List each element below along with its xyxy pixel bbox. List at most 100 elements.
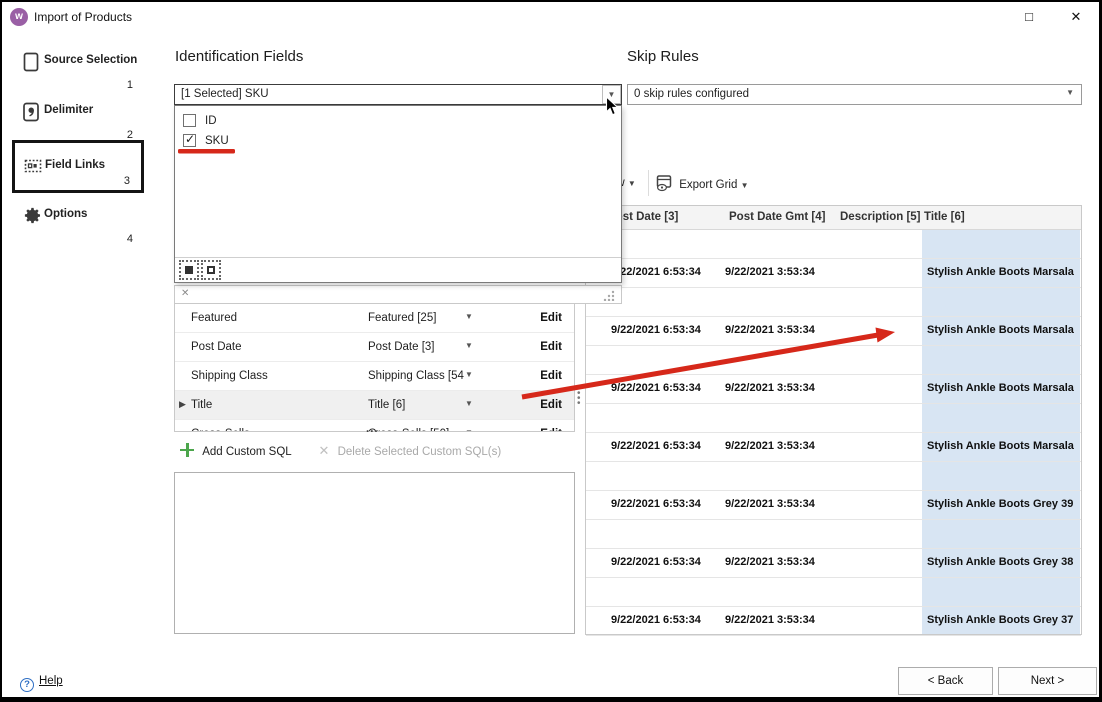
mapping-row-featured[interactable]: Featured Featured [25] ▼ Edit bbox=[175, 304, 574, 333]
grid-row[interactable] bbox=[586, 578, 1081, 607]
edit-link[interactable]: Edit bbox=[540, 399, 562, 411]
cell-title: Stylish Ankle Boots Grey 39 bbox=[927, 498, 1073, 510]
grid-row[interactable] bbox=[586, 404, 1081, 433]
toolbar-separator bbox=[648, 170, 649, 196]
skip-rules-heading: Skip Rules bbox=[627, 48, 699, 65]
sidebar-step-options[interactable]: Options4 bbox=[14, 202, 144, 248]
grid-column-header[interactable]: Title [6] bbox=[924, 211, 965, 223]
delete-x-icon: ✕ bbox=[318, 443, 329, 458]
resize-grip-icon[interactable] bbox=[603, 290, 615, 301]
option-label: SKU bbox=[205, 135, 229, 147]
edit-link[interactable]: Edit bbox=[540, 341, 562, 353]
sidebar-step-field-links[interactable]: Field Links3 bbox=[12, 140, 144, 193]
grid-row[interactable] bbox=[586, 230, 1081, 259]
checkbox-icon[interactable]: ✓ bbox=[183, 134, 196, 147]
cell-title: Stylish Ankle Boots Marsala bbox=[927, 266, 1074, 278]
edit-link[interactable]: Edit bbox=[540, 370, 562, 382]
grid-row[interactable]: 9/22/2021 6:53:34 9/22/2021 3:53:34 Stylis… bbox=[586, 259, 1081, 288]
quote-icon bbox=[23, 102, 39, 127]
cell-title: Stylish Ankle Boots Marsala bbox=[927, 324, 1074, 336]
grid-row[interactable] bbox=[586, 346, 1081, 375]
edit-link[interactable]: Edit bbox=[540, 312, 562, 324]
maximize-button[interactable]: □ bbox=[1018, 9, 1040, 27]
grid-column-header[interactable]: Description [5] bbox=[840, 211, 921, 223]
chevron-down-icon: ▼ bbox=[628, 179, 636, 188]
cell-post-date: 9/22/2021 6:53:34 bbox=[611, 266, 701, 278]
chevron-down-icon[interactable]: ▼ bbox=[465, 370, 473, 379]
cell-post-date: 9/22/2021 6:53:34 bbox=[611, 382, 701, 394]
grid-row[interactable]: 9/22/2021 6:53:34 9/22/2021 3:53:34 Stylis… bbox=[586, 607, 1081, 636]
current-row-marker-icon: ▶ bbox=[179, 399, 186, 410]
grid-row[interactable] bbox=[586, 520, 1081, 549]
mapping-row-post-date[interactable]: Post DatePost Date [3]▼Edit bbox=[175, 333, 574, 362]
help-link[interactable]: ? Help bbox=[20, 675, 63, 692]
close-icon[interactable]: ✕ bbox=[181, 288, 189, 299]
next-button[interactable]: Next > bbox=[998, 667, 1097, 695]
identification-combo-dropdown-button[interactable]: ▼ bbox=[602, 85, 621, 104]
help-icon: ? bbox=[20, 678, 34, 692]
cell-title: Stylish Ankle Boots Marsala bbox=[927, 382, 1074, 394]
cell-post-date: 9/22/2021 6:53:34 bbox=[611, 614, 701, 626]
grid-row[interactable]: 9/22/2021 6:53:349/22/2021 3:53:34Stylis… bbox=[586, 549, 1081, 578]
edit-link[interactable]: Edit bbox=[540, 428, 562, 432]
help-label: Help bbox=[39, 675, 63, 687]
mapping-source-value: Cross-Sells [50] bbox=[368, 428, 449, 432]
identification-option-id[interactable]: ID bbox=[175, 112, 621, 132]
grid-row[interactable] bbox=[586, 462, 1081, 491]
export-grid-button[interactable]: Export Grid ▼ bbox=[656, 174, 749, 192]
grid-row[interactable]: 9/22/2021 6:53:349/22/2021 3:53:34Stylis… bbox=[586, 491, 1081, 520]
close-button[interactable]: ✕ bbox=[1065, 9, 1087, 27]
back-button[interactable]: < Back bbox=[898, 667, 993, 695]
mapping-field-name: Post Date bbox=[191, 341, 242, 353]
mapping-field-name: Shipping Class bbox=[191, 370, 268, 382]
deselect-all-button[interactable] bbox=[201, 260, 221, 280]
grid-header-row: Post Date [3]Post Date Gmt [4]Descriptio… bbox=[586, 206, 1081, 230]
chevron-down-icon[interactable]: ▼ bbox=[465, 312, 473, 321]
delete-custom-sql-button[interactable]: ✕ Delete Selected Custom SQL(s) bbox=[318, 446, 501, 458]
identification-fields-combobox[interactable]: [1 Selected] SKU bbox=[174, 84, 622, 105]
mapping-field-name: Title bbox=[191, 399, 212, 411]
mapping-field-name: Featured bbox=[191, 312, 237, 324]
grid-row[interactable]: 9/22/2021 6:53:349/22/2021 3:53:34Stylis… bbox=[586, 317, 1081, 346]
cell-post-date-gmt: 9/22/2021 3:53:34 bbox=[725, 556, 815, 568]
window-title: Import of Products bbox=[34, 10, 132, 24]
grid-row[interactable]: 9/22/2021 6:53:34 9/22/2021 3:53:34 Stylis… bbox=[586, 375, 1081, 404]
cell-post-date: 9/22/2021 6:53:34 bbox=[611, 498, 701, 510]
identification-option-sku[interactable]: ✓ SKU bbox=[175, 132, 621, 152]
grid-column-header[interactable]: Post Date Gmt [4] bbox=[729, 211, 826, 223]
field-links-icon bbox=[24, 157, 42, 180]
mapping-source-value: Shipping Class [54 bbox=[368, 370, 464, 382]
chevron-down-icon[interactable]: ▼ bbox=[465, 341, 473, 350]
mapping-row-title[interactable]: ▶TitleTitle [6]▼Edit bbox=[175, 391, 574, 420]
mapping-source-value: Featured [25] bbox=[368, 312, 436, 324]
cell-title: Stylish Ankle Boots Grey 37 bbox=[927, 614, 1073, 626]
mapping-row-shipping-class[interactable]: Shipping Class Shipping Class [54▼ Edit bbox=[175, 362, 574, 391]
cell-post-date-gmt: 9/22/2021 3:53:34 bbox=[725, 266, 815, 278]
grid-row[interactable]: 9/22/2021 6:53:349/22/2021 3:53:34Stylis… bbox=[586, 433, 1081, 462]
skip-rules-combobox[interactable]: 0 skip rules configured ▼ bbox=[627, 84, 1082, 105]
chevron-down-icon[interactable]: ▼ bbox=[465, 399, 473, 408]
chevron-down-icon: ▼ bbox=[741, 181, 749, 190]
grid-body: 9/22/2021 6:53:34 9/22/2021 3:53:34 Stylis… bbox=[586, 230, 1081, 634]
select-all-button[interactable] bbox=[179, 260, 199, 280]
sidebar-step-delimiter[interactable]: Delimiter2 bbox=[14, 98, 144, 144]
cell-title: Stylish Ankle Boots Marsala bbox=[927, 440, 1074, 452]
cell-post-date-gmt: 9/22/2021 3:53:34 bbox=[725, 440, 815, 452]
sidebar-step-label: Options bbox=[44, 208, 87, 220]
plus-icon bbox=[180, 443, 194, 457]
grid-row[interactable] bbox=[586, 288, 1081, 317]
cell-post-date-gmt: 9/22/2021 3:53:34 bbox=[725, 614, 815, 626]
app-logo-icon: w bbox=[10, 8, 28, 26]
cell-post-date-gmt: 9/22/2021 3:53:34 bbox=[725, 382, 815, 394]
chevron-down-icon[interactable]: ▼ bbox=[465, 428, 473, 432]
option-label: ID bbox=[205, 115, 217, 127]
add-custom-sql-button[interactable]: Add Custom SQL bbox=[180, 446, 294, 458]
checkbox-icon[interactable] bbox=[183, 114, 196, 127]
row-options-icon[interactable]: ••• bbox=[577, 391, 581, 406]
custom-sql-textarea[interactable] bbox=[174, 472, 575, 634]
sidebar-step-label: Source Selection bbox=[44, 54, 137, 66]
preview-grid: Post Date [3]Post Date Gmt [4]Descriptio… bbox=[585, 205, 1082, 635]
sidebar-step-source-selection[interactable]: Source Selection1 bbox=[14, 48, 144, 94]
skip-rules-combo-value: 0 skip rules configured bbox=[634, 88, 749, 100]
add-custom-sql-label: Add Custom SQL bbox=[202, 446, 291, 458]
